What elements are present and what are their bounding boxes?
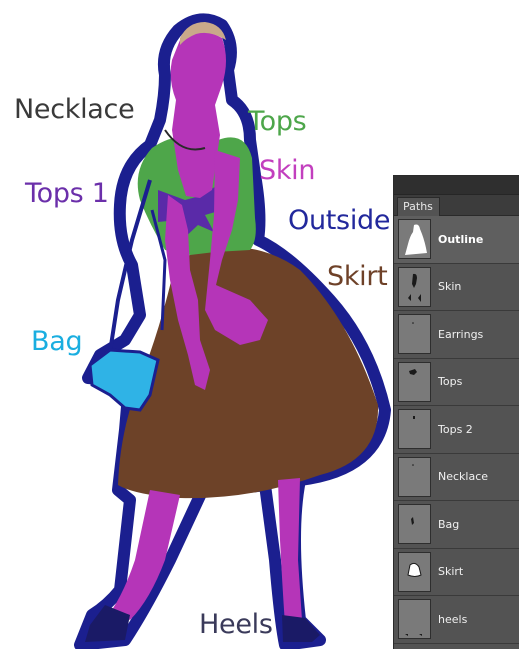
tops1-label: Tops 1 <box>25 178 109 209</box>
path-row-tops[interactable]: Tops <box>394 359 519 406</box>
tops-thumb-icon <box>398 361 431 402</box>
canvas: Necklace Tops Skin Tops 1 Outside Skirt … <box>0 0 519 649</box>
paths-panel: Paths Outline Skin Earrings Tops Tops 2 Neckl… <box>393 175 519 649</box>
skirt-thumb-icon <box>398 551 431 592</box>
tops-label: Tops <box>248 106 307 137</box>
skin-thumb-icon <box>398 266 431 307</box>
path-row-label: Tops 2 <box>438 422 473 436</box>
skin-label: Skin <box>259 155 316 186</box>
panel-tabbar: Paths <box>394 195 519 216</box>
path-row-bag[interactable]: Bag <box>394 501 519 549</box>
path-row-tops-2[interactable]: Tops 2 <box>394 406 519 454</box>
skirt-label: Skirt <box>327 261 388 292</box>
path-row-outline[interactable]: Outline <box>394 216 519 264</box>
outline-thumb-icon <box>398 219 431 260</box>
heels-label: Heels <box>199 609 273 640</box>
outside-label: Outside <box>288 205 391 236</box>
path-row-label: Skin <box>438 280 462 294</box>
path-row-label: Bag <box>438 517 460 531</box>
earrings-thumb-icon <box>398 314 431 355</box>
necklace-thumb-icon <box>398 456 431 497</box>
path-row-label: Outline <box>438 232 484 246</box>
panel-titlebar <box>394 176 519 195</box>
path-row-heels[interactable]: heels <box>394 596 519 644</box>
path-row-earrings[interactable]: Earrings <box>394 311 519 359</box>
path-row-skin[interactable]: Skin <box>394 264 519 311</box>
necklace-label: Necklace <box>14 94 135 125</box>
path-row-skirt[interactable]: Skirt <box>394 549 519 596</box>
path-row-label: Earrings <box>438 327 484 341</box>
tops2-thumb-icon <box>398 409 431 450</box>
bag-region <box>88 348 160 412</box>
path-row-label: Tops <box>438 375 463 389</box>
path-row-label: Necklace <box>438 470 489 484</box>
path-row-necklace[interactable]: Necklace <box>394 454 519 501</box>
bag-label: Bag <box>31 326 83 357</box>
paths-tab[interactable]: Paths <box>397 197 440 216</box>
heels-thumb-icon <box>398 599 431 640</box>
path-row-label: Skirt <box>438 565 464 579</box>
bag-thumb-icon <box>398 504 431 545</box>
path-row-label: heels <box>438 612 468 626</box>
path-list: Outline Skin Earrings Tops Tops 2 Necklace Bag… <box>394 216 519 644</box>
